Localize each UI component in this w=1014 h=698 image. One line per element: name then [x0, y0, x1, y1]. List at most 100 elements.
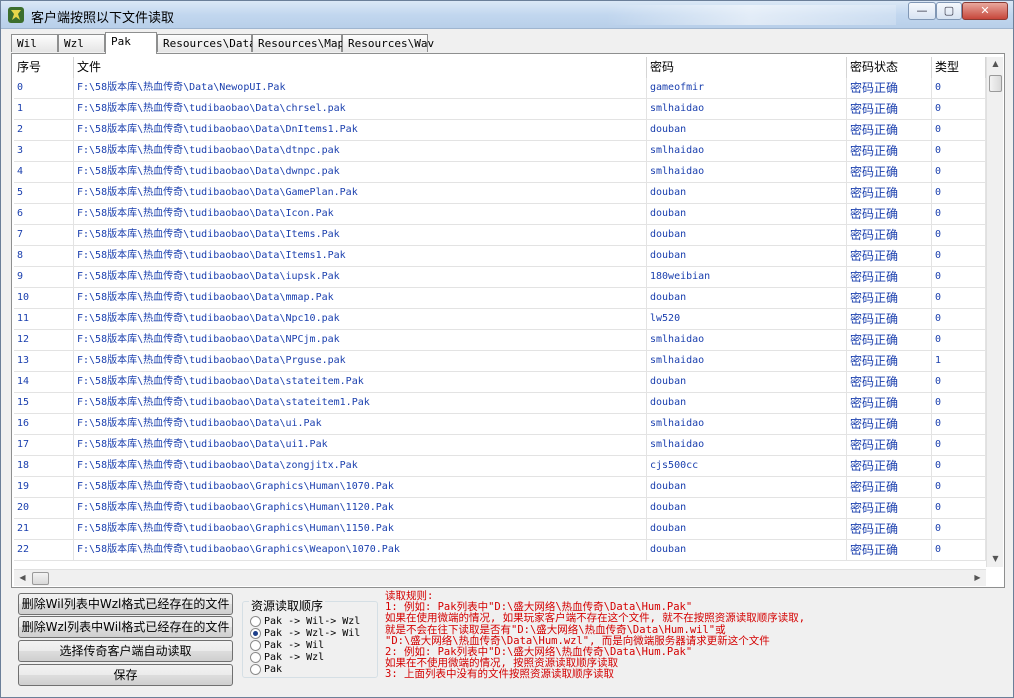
- cell-password-status: 密码正确: [847, 225, 932, 246]
- delete-wzl-duplicates-button[interactable]: 删除Wzl列表中Wil格式已经存在的文件: [18, 616, 233, 638]
- cell-type: 0: [932, 204, 986, 225]
- scroll-up-icon[interactable]: ▲: [987, 59, 1004, 68]
- table-row[interactable]: 7 F:\58版本库\热血传奇\tudibaobao\Data\Items.Pak…: [14, 225, 986, 246]
- tab-resources-wav[interactable]: Resources\Wav: [342, 34, 434, 52]
- tab-wzl[interactable]: Wzl: [58, 34, 105, 52]
- app-icon: [8, 7, 24, 23]
- horizontal-scrollbar[interactable]: ◀ ▶: [14, 569, 986, 586]
- cell-index: 10: [14, 288, 74, 309]
- table-header: 序号 文件 密码 密码状态 类型: [14, 57, 986, 78]
- cell-password-status: 密码正确: [847, 309, 932, 330]
- cell-index: 0: [14, 78, 74, 99]
- cell-file: F:\58版本库\热血传奇\tudibaobao\Data\GamePlan.P…: [74, 183, 647, 204]
- vertical-scrollbar[interactable]: ▲ ▼: [986, 57, 1003, 567]
- table-row[interactable]: 18 F:\58版本库\热血传奇\tudibaobao\Data\zongjitx…: [14, 456, 986, 477]
- cell-file: F:\58版本库\热血传奇\tudibaobao\Data\dtnpc.pak: [74, 141, 647, 162]
- cell-file: F:\58版本库\热血传奇\tudibaobao\Data\zongjitx.P…: [74, 456, 647, 477]
- cell-password: douban: [647, 246, 847, 267]
- select-client-button[interactable]: 选择传奇客户端自动读取: [18, 640, 233, 662]
- cell-index: 1: [14, 99, 74, 120]
- cell-password: douban: [647, 372, 847, 393]
- table-row[interactable]: 0 F:\58版本库\热血传奇\Data\NewopUI.Pak gameofmir…: [14, 78, 986, 99]
- tab-resources-data[interactable]: Resources\Data: [157, 34, 256, 52]
- column-header-password[interactable]: 密码: [647, 57, 847, 78]
- cell-type: 0: [932, 372, 986, 393]
- delete-wil-duplicates-button[interactable]: 删除Wil列表中Wzl格式已经存在的文件: [18, 593, 233, 615]
- table-row[interactable]: 16 F:\58版本库\热血传奇\tudibaobao\Data\ui.Pak sm…: [14, 414, 986, 435]
- table-row[interactable]: 14 F:\58版本库\热血传奇\tudibaobao\Data\stateite…: [14, 372, 986, 393]
- table-row[interactable]: 19 F:\58版本库\热血传奇\tudibaobao\Graphics\Huma…: [14, 477, 986, 498]
- table-row[interactable]: 17 F:\58版本库\热血传奇\tudibaobao\Data\ui1.Pak s…: [14, 435, 986, 456]
- close-button[interactable]: ✕: [962, 2, 1008, 20]
- table-row[interactable]: 15 F:\58版本库\热血传奇\tudibaobao\Data\stateite…: [14, 393, 986, 414]
- scroll-left-icon[interactable]: ◀: [14, 573, 31, 582]
- table-row[interactable]: 2 F:\58版本库\热血传奇\tudibaobao\Data\DnItems1.…: [14, 120, 986, 141]
- column-header-password-status[interactable]: 密码状态: [847, 57, 932, 78]
- table-row[interactable]: 3 F:\58版本库\热血传奇\tudibaobao\Data\dtnpc.pak…: [14, 141, 986, 162]
- table-row[interactable]: 21 F:\58版本库\热血传奇\tudibaobao\Graphics\Huma…: [14, 519, 986, 540]
- radio-button[interactable]: [250, 664, 261, 675]
- column-header-type[interactable]: 类型: [932, 57, 986, 78]
- table-row[interactable]: 10 F:\58版本库\热血传奇\tudibaobao\Data\mmap.Pak…: [14, 288, 986, 309]
- table-row[interactable]: 22 F:\58版本库\热血传奇\tudibaobao\Graphics\Weap…: [14, 540, 986, 561]
- table-row[interactable]: 12 F:\58版本库\热血传奇\tudibaobao\Data\NPCjm.pa…: [14, 330, 986, 351]
- minimize-button[interactable]: —: [908, 2, 936, 20]
- radio-button[interactable]: [250, 640, 261, 651]
- table-row[interactable]: 6 F:\58版本库\热血传奇\tudibaobao\Data\Icon.Pak d…: [14, 204, 986, 225]
- cell-password: smlhaidao: [647, 351, 847, 372]
- table-row[interactable]: 13 F:\58版本库\热血传奇\tudibaobao\Data\Prguse.p…: [14, 351, 986, 372]
- table-row[interactable]: 20 F:\58版本库\热血传奇\tudibaobao\Graphics\Huma…: [14, 498, 986, 519]
- vertical-scroll-thumb[interactable]: [989, 75, 1002, 92]
- cell-file: F:\58版本库\热血传奇\tudibaobao\Graphics\Human\…: [74, 498, 647, 519]
- cell-password-status: 密码正确: [847, 351, 932, 372]
- tab-wil[interactable]: Wil: [11, 34, 58, 52]
- table-row[interactable]: 8 F:\58版本库\热血传奇\tudibaobao\Data\Items1.Pa…: [14, 246, 986, 267]
- radio-button[interactable]: [250, 616, 261, 627]
- cell-password: douban: [647, 204, 847, 225]
- file-table[interactable]: 序号 文件 密码 密码状态 类型 0 F:\58版本库\热血传奇\Data\New…: [14, 57, 986, 569]
- cell-index: 7: [14, 225, 74, 246]
- table-row[interactable]: 9 F:\58版本库\热血传奇\tudibaobao\Data\iupsk.Pak…: [14, 267, 986, 288]
- column-header-file[interactable]: 文件: [74, 57, 647, 78]
- cell-type: 0: [932, 162, 986, 183]
- table-row[interactable]: 5 F:\58版本库\热血传奇\tudibaobao\Data\GamePlan.…: [14, 183, 986, 204]
- cell-password: gameofmir: [647, 78, 847, 99]
- cell-index: 19: [14, 477, 74, 498]
- cell-file: F:\58版本库\热血传奇\tudibaobao\Graphics\Weapon…: [74, 540, 647, 561]
- table-row[interactable]: 4 F:\58版本库\热血传奇\tudibaobao\Data\dwnpc.pak…: [14, 162, 986, 183]
- cell-password: douban: [647, 519, 847, 540]
- table-row[interactable]: 1 F:\58版本库\热血传奇\tudibaobao\Data\chrsel.pa…: [14, 99, 986, 120]
- cell-type: 0: [932, 225, 986, 246]
- cell-type: 0: [932, 246, 986, 267]
- cell-password: smlhaidao: [647, 141, 847, 162]
- radio-button[interactable]: [250, 628, 261, 639]
- cell-password: douban: [647, 477, 847, 498]
- maximize-button[interactable]: ▢: [936, 2, 962, 20]
- main-window: 客户端按照以下文件读取 — ▢ ✕ Wil Wzl Pak Resources\…: [0, 0, 1014, 698]
- horizontal-scroll-thumb[interactable]: [32, 572, 49, 585]
- cell-index: 2: [14, 120, 74, 141]
- cell-file: F:\58版本库\热血传奇\tudibaobao\Data\Items.Pak: [74, 225, 647, 246]
- cell-password: smlhaidao: [647, 99, 847, 120]
- cell-type: 0: [932, 183, 986, 204]
- tab-resources-map[interactable]: Resources\Map: [252, 34, 344, 52]
- tab-pak[interactable]: Pak: [105, 32, 157, 54]
- cell-password: douban: [647, 288, 847, 309]
- scroll-down-icon[interactable]: ▼: [987, 554, 1004, 563]
- scroll-right-icon[interactable]: ▶: [969, 573, 986, 582]
- cell-file: F:\58版本库\热血传奇\tudibaobao\Data\iupsk.Pak: [74, 267, 647, 288]
- cell-type: 0: [932, 141, 986, 162]
- cell-password: douban: [647, 393, 847, 414]
- cell-password-status: 密码正确: [847, 78, 932, 99]
- title-bar[interactable]: 客户端按照以下文件读取 — ▢ ✕: [1, 1, 1013, 29]
- cell-password-status: 密码正确: [847, 204, 932, 225]
- cell-index: 17: [14, 435, 74, 456]
- radio-button[interactable]: [250, 652, 261, 663]
- cell-password-status: 密码正确: [847, 141, 932, 162]
- column-header-index[interactable]: 序号: [14, 57, 74, 78]
- cell-password: smlhaidao: [647, 414, 847, 435]
- cell-file: F:\58版本库\热血传奇\tudibaobao\Data\mmap.Pak: [74, 288, 647, 309]
- save-button[interactable]: 保存: [18, 664, 233, 686]
- cell-type: 0: [932, 540, 986, 561]
- table-row[interactable]: 11 F:\58版本库\热血传奇\tudibaobao\Data\Npc10.pa…: [14, 309, 986, 330]
